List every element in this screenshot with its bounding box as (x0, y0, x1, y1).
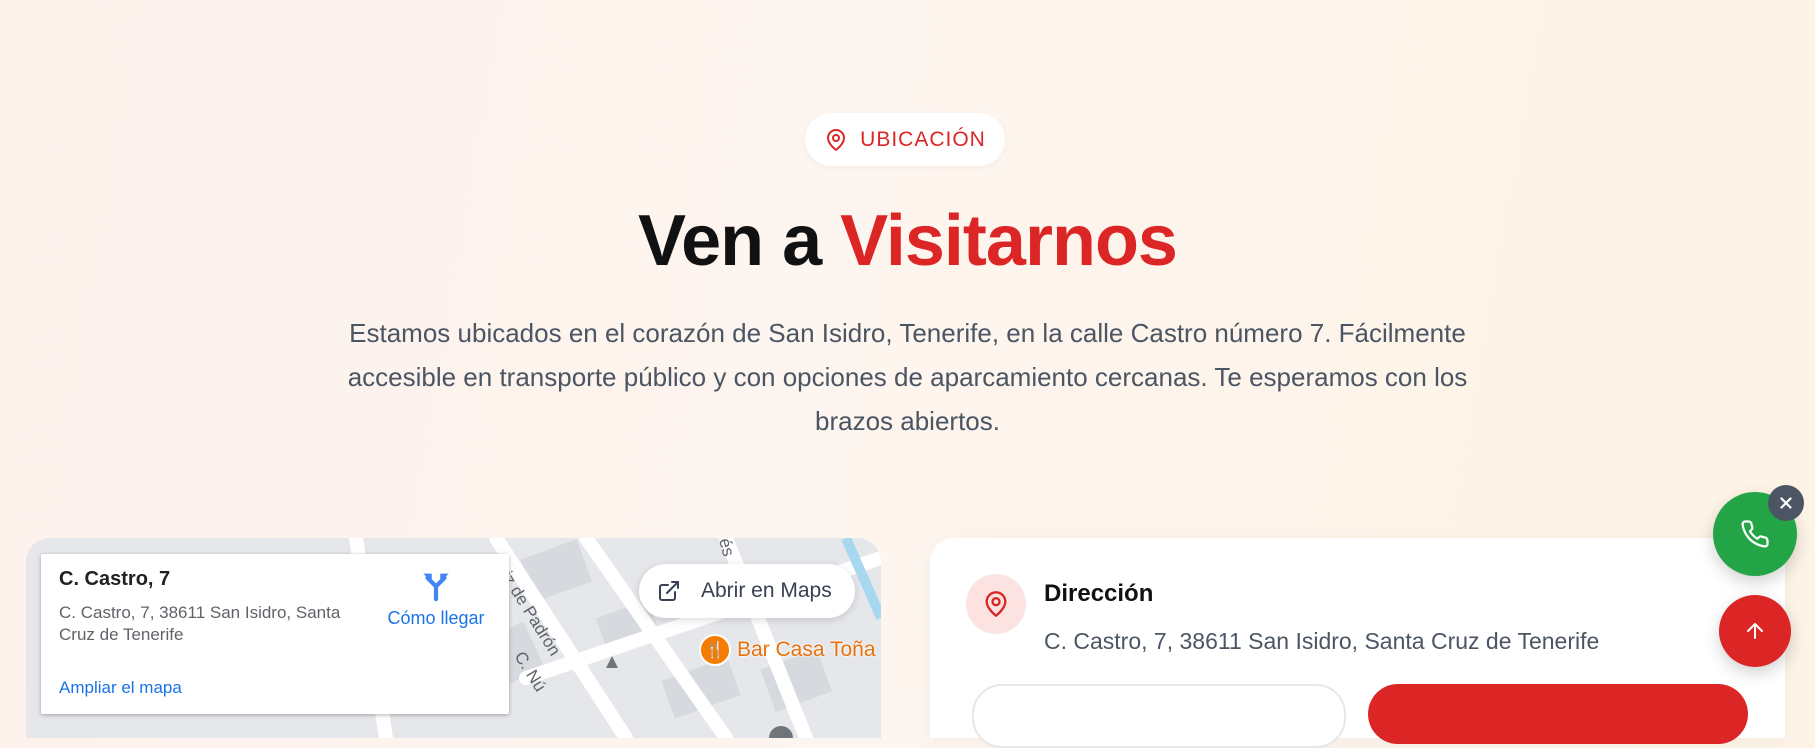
badge-label: UBICACIÓN (860, 127, 986, 151)
place-name: C. Castro, 7 (59, 568, 171, 590)
close-icon (1780, 497, 1792, 509)
scroll-to-top-button[interactable] (1719, 595, 1791, 667)
enlarge-map-link[interactable]: Ampliar el mapa (59, 678, 182, 698)
location-section: UBICACIÓN Ven a Visitarnos Estamos ubica… (0, 0, 1815, 748)
external-link-icon (659, 581, 679, 601)
address-icon-circle (966, 574, 1026, 634)
poi-label: Bar Casa Toña (737, 638, 876, 661)
section-title: Ven a Visitarnos (0, 200, 1815, 282)
title-prefix: Ven a (638, 201, 822, 281)
primary-action-button[interactable] (1368, 684, 1748, 744)
address-title: Dirección (1044, 580, 1154, 607)
arrow-up-icon (1747, 623, 1763, 639)
directions-label: Cómo llegar (387, 608, 485, 628)
section-description: Estamos ubicados en el corazón de San Is… (347, 318, 1468, 436)
open-in-maps-button[interactable]: Abrir en Maps (639, 564, 855, 618)
contact-info-card: Dirección C. Castro, 7, 38611 San Isidro… (930, 538, 1785, 748)
map-embed[interactable]: uiz de Padrón C. Nú és C. Castro, 7 C. C… (26, 538, 881, 738)
open-in-maps-label: Abrir en Maps (701, 579, 832, 602)
phone-icon (1741, 520, 1769, 548)
place-address: C. Castro, 7, 38611 San Isidro, Santa Cr… (59, 603, 341, 644)
map-poi[interactable]: 🍴 Bar Casa Toña (699, 634, 876, 666)
directions-button[interactable]: Cómo llegar (381, 568, 491, 629)
address-value: C. Castro, 7, 38611 San Isidro, Santa Cr… (1044, 628, 1600, 654)
section-badge: UBICACIÓN (805, 113, 1005, 166)
restaurant-icon: 🍴 (699, 634, 731, 666)
close-floating-button[interactable] (1768, 485, 1804, 521)
place-info-card: C. Castro, 7 C. Castro, 7, 38611 San Isi… (41, 554, 509, 714)
map-pin-icon (827, 128, 846, 151)
directions-icon (423, 573, 449, 602)
map-pin-icon (985, 591, 1007, 617)
secondary-action-button[interactable] (972, 684, 1346, 748)
title-accent: Visitarnos (840, 201, 1178, 281)
